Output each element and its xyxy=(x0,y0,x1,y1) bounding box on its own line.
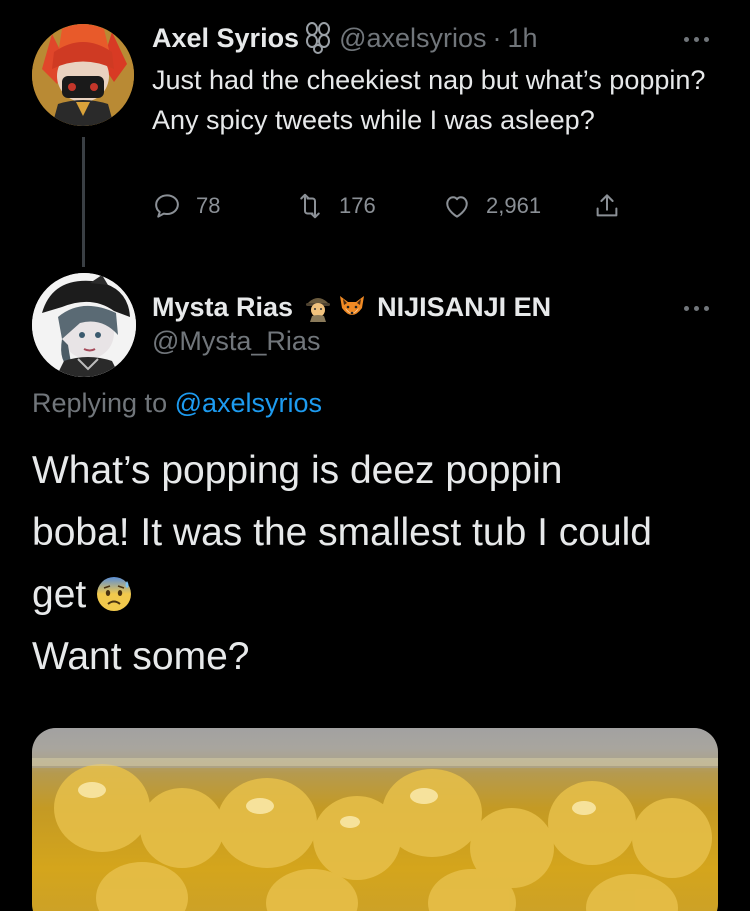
anxious-sweat-emoji-icon xyxy=(94,570,134,611)
like-count: 2,961 xyxy=(486,193,542,218)
more-options-icon[interactable] xyxy=(684,303,714,313)
fox-emoji-icon xyxy=(337,292,367,322)
reply-button[interactable]: 78 xyxy=(152,188,220,224)
mysta-avatar[interactable] xyxy=(32,273,136,377)
thread-connector-line xyxy=(82,137,85,267)
boba-photo xyxy=(32,728,718,911)
tweet-actions: 78 176 2,961 xyxy=(152,188,632,224)
reply-text-line: Want some? xyxy=(32,635,250,678)
chain-link-icon xyxy=(303,21,333,55)
reply-text-line: What’s popping is deez poppin xyxy=(32,449,563,492)
more-options-icon[interactable] xyxy=(684,34,714,44)
handle[interactable]: @axelsyrios xyxy=(339,23,486,54)
like-button[interactable]: 2,961 xyxy=(442,188,541,224)
reply-text-line: get xyxy=(32,564,722,626)
detective-emoji-icon xyxy=(303,292,333,322)
reply-text-fragment: get xyxy=(32,573,87,616)
retweet-button[interactable]: 176 xyxy=(295,188,376,224)
timestamp[interactable]: 1h xyxy=(508,23,538,54)
reply-text: What’s popping is deez poppin boba! It w… xyxy=(32,440,722,688)
original-tweet[interactable]: Axel Syrios @axelsyrios · 1h Just had th… xyxy=(0,0,750,267)
display-name[interactable]: Axel Syrios xyxy=(152,23,299,54)
dot-separator: · xyxy=(492,22,502,53)
reply-icon xyxy=(155,194,179,218)
mention-link[interactable]: @axelsyrios xyxy=(175,388,322,418)
attached-photo[interactable] xyxy=(32,728,718,911)
replying-to: Replying to @axelsyrios xyxy=(32,388,322,419)
share-button[interactable] xyxy=(592,188,636,224)
reply-count: 78 xyxy=(196,193,221,218)
reply-header: Mysta Rias NIJISANJI EN xyxy=(152,286,551,328)
share-icon xyxy=(596,194,618,217)
affiliation-label: NIJISANJI EN xyxy=(377,291,552,322)
tweet-header: Axel Syrios @axelsyrios · 1h xyxy=(152,18,538,58)
axel-avatar[interactable] xyxy=(32,24,134,126)
tweet-text: Just had the cheekiest nap but what’s po… xyxy=(152,65,706,135)
replying-prefix: Replying to xyxy=(32,388,168,418)
handle[interactable]: @Mysta_Rias xyxy=(152,326,320,357)
display-name[interactable]: Mysta Rias xyxy=(152,292,293,323)
reply-text-line: boba! It was the smallest tub I could xyxy=(32,511,653,554)
heart-icon xyxy=(446,196,468,218)
tweet-thread: Axel Syrios @axelsyrios · 1h Just had th… xyxy=(0,0,750,911)
retweet-icon xyxy=(300,193,320,219)
retweet-count: 176 xyxy=(339,193,376,218)
